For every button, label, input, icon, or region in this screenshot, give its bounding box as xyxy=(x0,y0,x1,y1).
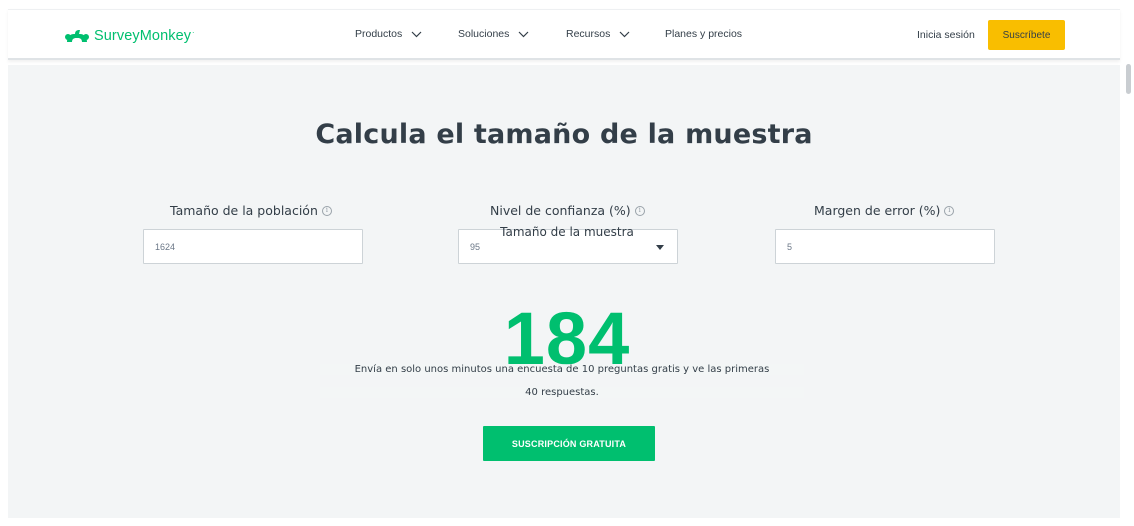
login-link[interactable]: Inicia sesión xyxy=(917,29,975,41)
nav-recursos[interactable]: Recursos xyxy=(566,28,630,40)
margin-of-error-label-text: Margen de error (%) xyxy=(814,203,941,218)
confidence-level-value: 95 xyxy=(470,241,481,252)
page: SurveyMonkey · Productos Soluciones Recu… xyxy=(0,0,1134,526)
population-size-label-text: Tamaño de la población xyxy=(170,203,318,218)
confidence-level-label-text: Nivel de confianza (%) xyxy=(490,203,631,218)
subscribe-button[interactable]: Suscríbete xyxy=(988,20,1065,50)
nav-planes-precios[interactable]: Planes y precios xyxy=(665,28,742,40)
nav-productos-label: Productos xyxy=(355,28,403,40)
brand-name: SurveyMonkey xyxy=(94,28,192,44)
info-icon[interactable]: i xyxy=(634,205,645,216)
sample-size-result-label: Tamaño de la muestra xyxy=(500,225,634,239)
population-size-value: 1624 xyxy=(155,241,176,252)
chevron-down-icon xyxy=(411,31,422,37)
top-navbar: SurveyMonkey · Productos Soluciones Recu… xyxy=(8,9,1120,60)
dropdown-arrow-icon xyxy=(656,245,664,250)
monkey-logo-icon xyxy=(65,30,89,42)
sample-size-calculator: Calcula el tamaño de la muestra Tamaño d… xyxy=(8,65,1120,518)
nav-planes-precios-label: Planes y precios xyxy=(665,28,743,40)
margin-of-error-value: 5 xyxy=(787,241,793,252)
free-signup-button[interactable]: SUSCRIPCIÓN GRATUITA xyxy=(483,426,655,461)
confidence-level-label: Nivel de confianza (%) i xyxy=(490,203,645,218)
promo-text-line1: Envía en solo unos minutos una encuesta … xyxy=(320,364,804,375)
nav-productos[interactable]: Productos xyxy=(355,28,422,40)
surveymonkey-logo[interactable]: SurveyMonkey · xyxy=(64,26,194,46)
nav-soluciones-label: Soluciones xyxy=(458,28,510,40)
info-icon[interactable]: i xyxy=(321,205,332,216)
population-size-label: Tamaño de la población i xyxy=(170,203,332,218)
info-icon[interactable]: i xyxy=(944,205,955,216)
scrollbar-thumb[interactable] xyxy=(1126,64,1131,94)
page-title: Calcula el tamaño de la muestra xyxy=(315,119,813,150)
chevron-down-icon xyxy=(518,31,529,37)
nav-recursos-label: Recursos xyxy=(566,28,611,40)
margin-of-error-label: Margen de error (%) i xyxy=(814,203,955,218)
nav-soluciones[interactable]: Soluciones xyxy=(458,28,529,40)
promo-text-line2: 40 respuestas. xyxy=(320,387,804,398)
chevron-down-icon xyxy=(619,31,630,37)
brand-mark: · xyxy=(192,29,195,37)
